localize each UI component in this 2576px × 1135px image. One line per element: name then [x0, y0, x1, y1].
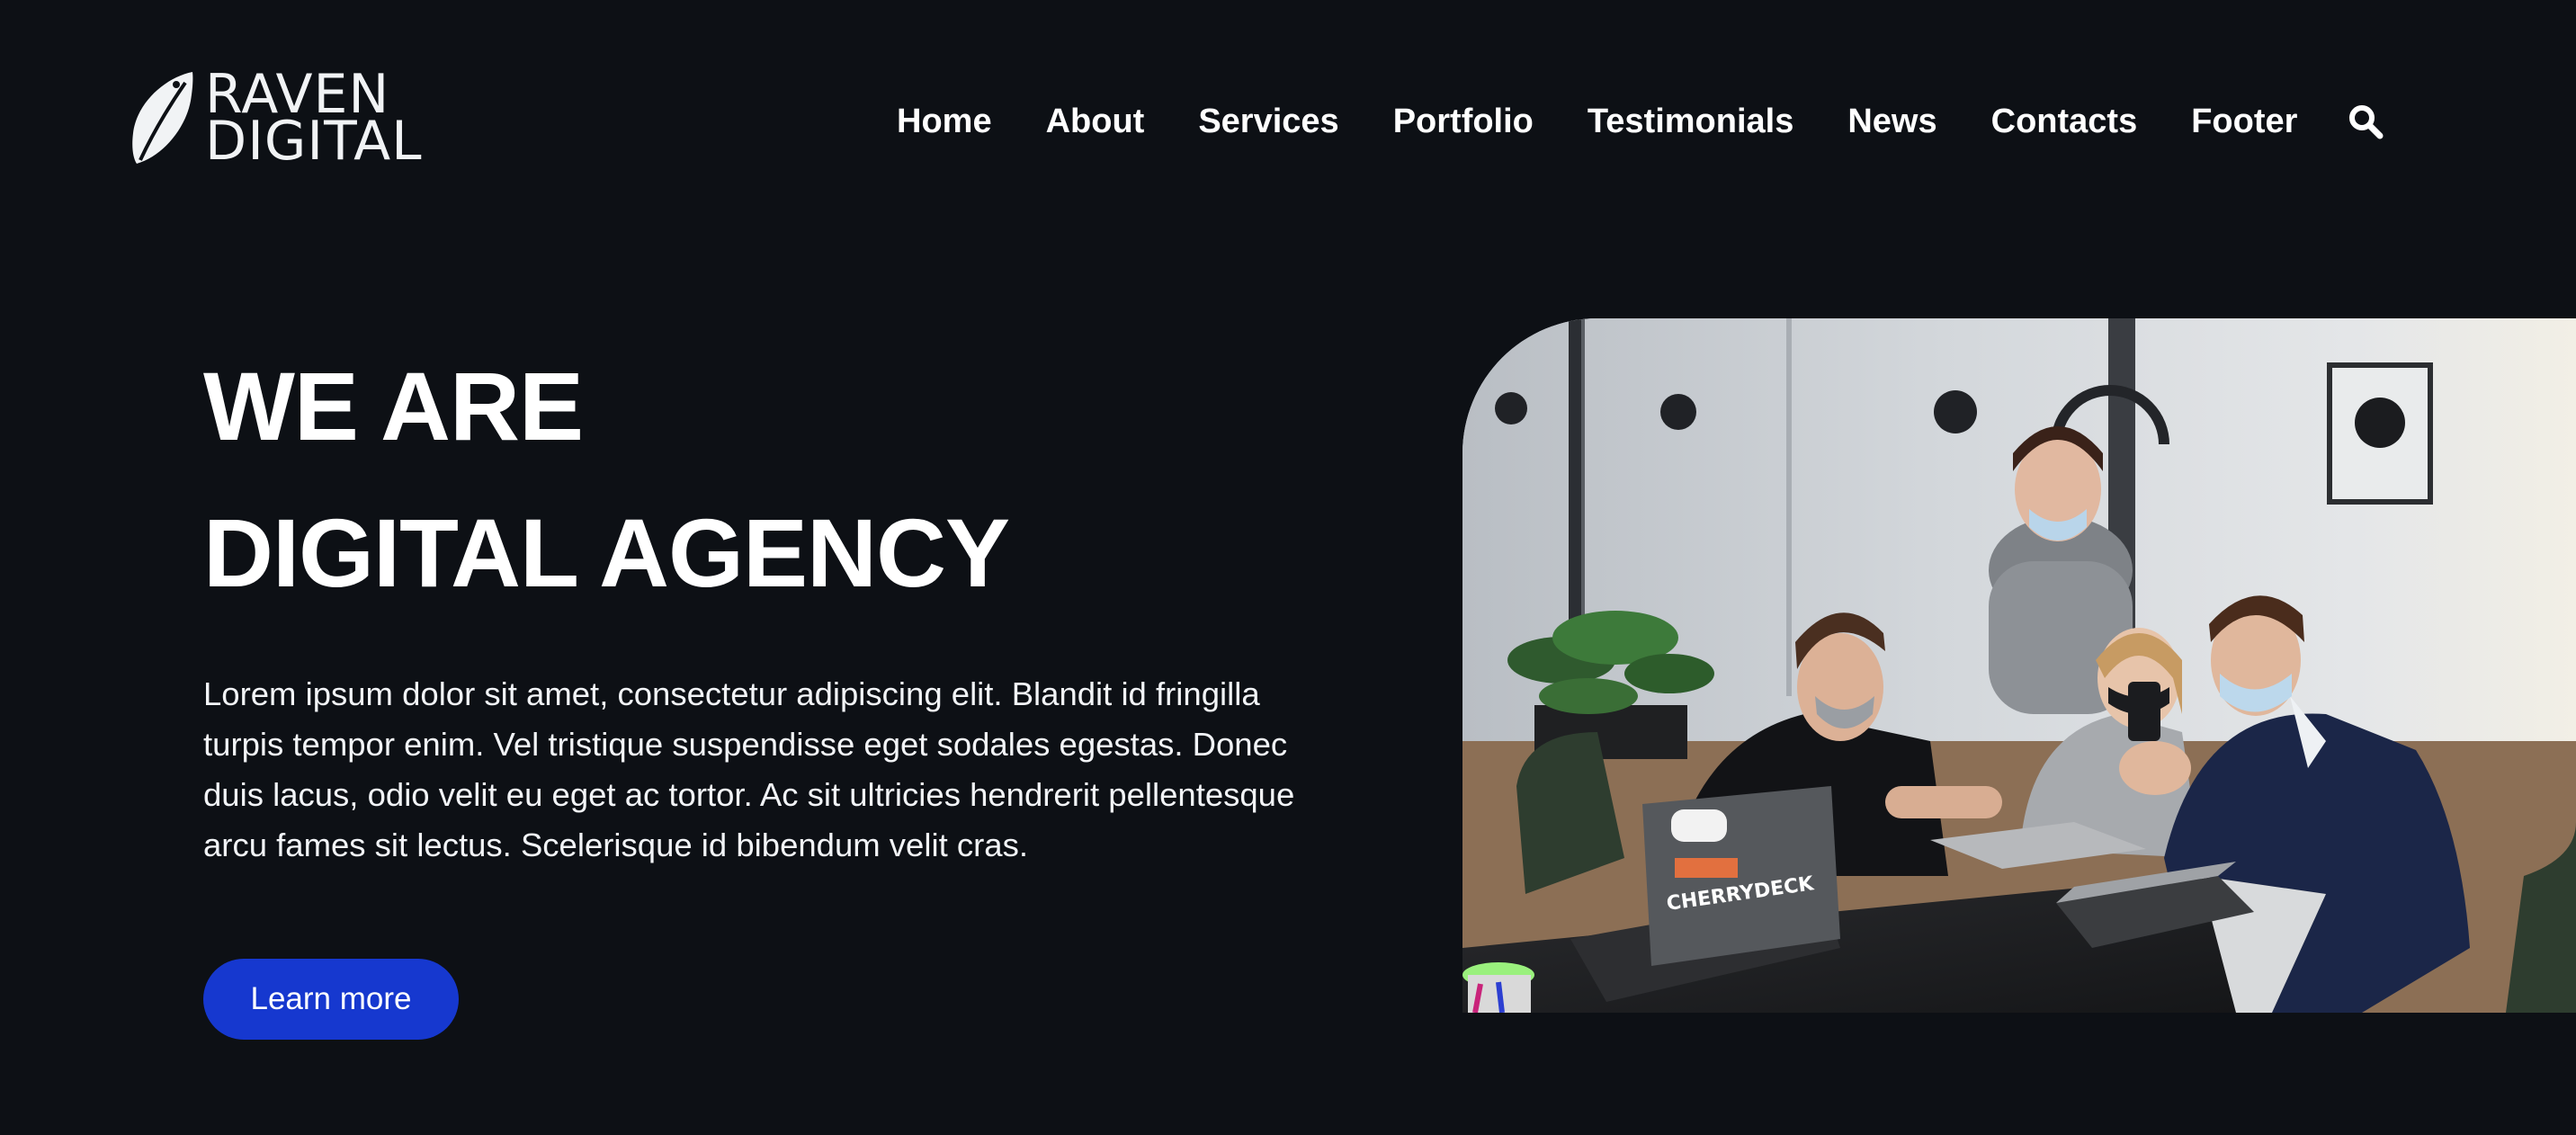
nav-about[interactable]: About [1046, 90, 1145, 153]
brand-logo[interactable]: RAVEN DIGITAL [130, 67, 423, 173]
brand-wordmark: RAVEN DIGITAL [205, 67, 423, 173]
main-nav: Home About Services Portfolio Testimonia… [897, 90, 2385, 153]
team-photo-illustration: CHERRYDECK [1462, 318, 2576, 1013]
nav-news[interactable]: News [1847, 90, 1936, 153]
nav-contacts[interactable]: Contacts [1991, 90, 2138, 153]
hero-title: WE ARE DIGITAL AGENCY [203, 333, 1010, 626]
raven-feather-icon [132, 72, 193, 164]
hero-title-line-2: DIGITAL AGENCY [203, 498, 1010, 607]
nav-services[interactable]: Services [1198, 90, 1338, 153]
hero-description: Lorem ipsum dolor sit amet, consectetur … [203, 675, 1295, 863]
hero-title-line-1: WE ARE [203, 352, 584, 460]
brand-line-2: DIGITAL [205, 110, 423, 173]
nav-portfolio[interactable]: Portfolio [1393, 90, 1534, 153]
learn-more-button[interactable]: Learn more [203, 959, 459, 1040]
search-button[interactable] [2346, 90, 2385, 153]
hero-photo: CHERRYDECK [1462, 318, 2576, 1013]
nav-home[interactable]: Home [897, 90, 992, 153]
nav-footer[interactable]: Footer [2191, 90, 2297, 153]
search-icon [2349, 105, 2384, 139]
nav-testimonials[interactable]: Testimonials [1588, 90, 1793, 153]
